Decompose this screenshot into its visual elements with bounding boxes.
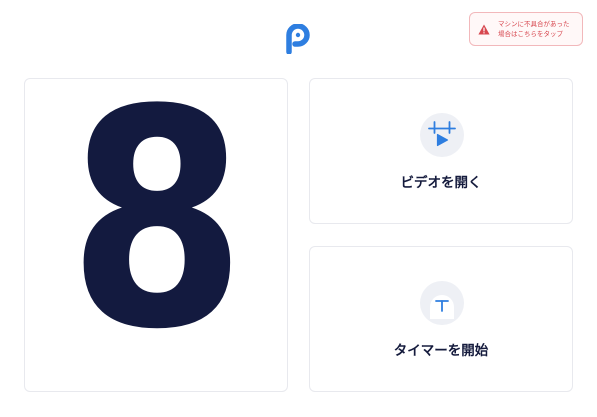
warning-icon <box>478 24 490 34</box>
calendar-play-icon <box>420 113 464 157</box>
number-display-value: 8 <box>68 79 246 393</box>
open-video-button[interactable]: ビデオを開く <box>309 78 573 224</box>
timer-icon-svg <box>430 295 454 319</box>
start-timer-button[interactable]: タイマーを開始 <box>309 246 573 392</box>
open-video-label: ビデオを開く <box>400 175 482 191</box>
report-issue-text: マシンに不具合があった 場合はこちらをタップ <box>498 19 570 39</box>
timer-icon <box>420 281 464 325</box>
number-display-svg: 8 <box>68 79 246 393</box>
report-issue-line-1: マシンに不具合があった <box>498 20 570 28</box>
start-timer-label: タイマーを開始 <box>393 343 489 359</box>
number-display-card: 8 <box>24 78 288 393</box>
report-issue-line-2: 場合はこちらをタップ <box>498 30 563 38</box>
calendar-play-icon-svg <box>428 121 456 147</box>
report-issue-button[interactable]: マシンに不具合があった 場合はこちらをタップ <box>469 12 583 46</box>
page: マシンに不具合があった 場合はこちらをタップ 8 ビデオを開く タイマーを開始 <box>0 0 597 417</box>
logo-p-icon-svg <box>286 23 310 55</box>
logo-p-icon <box>286 23 312 55</box>
